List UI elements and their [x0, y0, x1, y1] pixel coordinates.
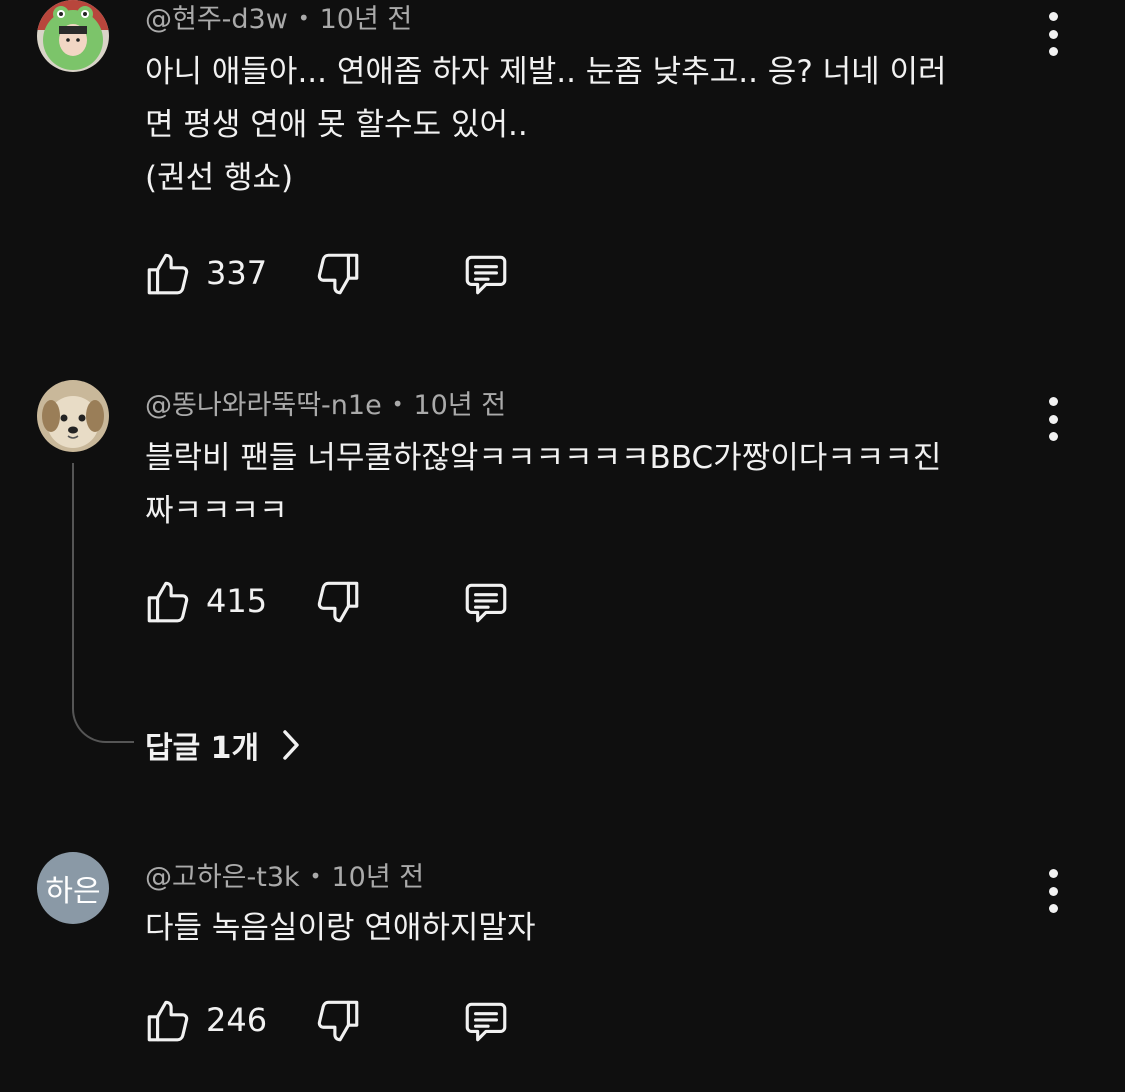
comment-text-line: 다들 녹음실이랑 연애하지말자: [145, 910, 536, 946]
avatar[interactable]: [37, 0, 109, 72]
avatar-initials: 하은: [45, 874, 101, 909]
comment-time: 10년 전: [331, 862, 425, 893]
dislike-button[interactable]: [313, 577, 363, 627]
more-vert-icon[interactable]: [1038, 869, 1068, 913]
comment-item: @현주-d3w • 10년 전 아니 애들아... 연애좀 하자 제발.. 눈좀 낮…: [0, 0, 1125, 330]
replies-label: 답글 1개: [145, 731, 260, 766]
more-vert-icon[interactable]: [1038, 397, 1068, 441]
like-count: 246: [206, 1001, 268, 1039]
more-vert-icon[interactable]: [1038, 12, 1068, 56]
reply-button[interactable]: [460, 996, 512, 1046]
frog-costume-avatar-icon: [37, 0, 109, 72]
thumbs-down-icon: [317, 253, 359, 295]
comment-text: 다들 녹음실이랑 연애하지말자: [145, 902, 1025, 955]
separator-dot: •: [391, 392, 404, 416]
comment-author[interactable]: @고하은-t3k: [145, 862, 300, 893]
like-button[interactable]: [143, 577, 193, 627]
separator-dot: •: [297, 6, 310, 30]
comment-reply-icon: [465, 1002, 507, 1042]
comment-meta: @똥나와라뚝딱-n1e • 10년 전: [145, 386, 506, 424]
comment-actions: 246: [143, 996, 543, 1046]
puppy-avatar-icon: [37, 380, 109, 452]
comment-actions: 415: [143, 577, 543, 627]
comment-time: 10년 전: [319, 4, 413, 35]
like-button[interactable]: [143, 249, 193, 299]
comment-text: 아니 애들아... 연애좀 하자 제발.. 눈좀 낮추고.. 응? 너네 이러 …: [145, 46, 1025, 205]
separator-dot: •: [309, 864, 322, 888]
comment-meta: @고하은-t3k • 10년 전: [145, 858, 424, 896]
thumbs-up-icon: [147, 581, 189, 623]
comment-author[interactable]: @현주-d3w: [145, 4, 288, 35]
comment-text-line: 짜ㅋㅋㅋㅋ: [145, 493, 288, 529]
comment-text-line: 아니 애들아... 연애좀 하자 제발.. 눈좀 낮추고.. 응? 너네 이러: [145, 54, 947, 90]
comment-reply-icon: [465, 255, 507, 295]
thumbs-up-icon: [147, 253, 189, 295]
comment-text-line: 블락비 팬들 너무쿨하잖앜ㅋㅋㅋㅋㅋㅋBBC가짱이다ㅋㅋㅋ진: [145, 440, 942, 476]
thread-line: [72, 463, 134, 743]
dislike-button[interactable]: [313, 996, 363, 1046]
like-button[interactable]: [143, 996, 193, 1046]
reply-button[interactable]: [460, 577, 512, 627]
comment-time: 10년 전: [413, 390, 507, 421]
thumbs-up-icon: [147, 1000, 189, 1042]
avatar[interactable]: [37, 380, 109, 452]
view-replies-button[interactable]: 답글 1개: [145, 722, 301, 768]
comment-author[interactable]: @똥나와라뚝딱-n1e: [145, 390, 382, 421]
dislike-button[interactable]: [313, 249, 363, 299]
thumbs-down-icon: [317, 581, 359, 623]
chevron-right-icon: [283, 730, 299, 760]
reply-button[interactable]: [460, 249, 512, 299]
comment-text-line: (권선 행쇼): [145, 160, 294, 196]
like-count: 337: [206, 254, 268, 292]
comment-actions: 337: [143, 249, 543, 299]
avatar[interactable]: 하은: [37, 852, 109, 924]
comment-reply-icon: [465, 583, 507, 623]
comment-item: 하은 @고하은-t3k • 10년 전 다들 녹음실이랑 연애하지말자 246: [0, 852, 1125, 1092]
comment-text: 블락비 팬들 너무쿨하잖앜ㅋㅋㅋㅋㅋㅋBBC가짱이다ㅋㅋㅋ진 짜ㅋㅋㅋㅋ: [145, 432, 1025, 538]
thumbs-down-icon: [317, 1000, 359, 1042]
like-count: 415: [206, 582, 268, 620]
comment-item: @똥나와라뚝딱-n1e • 10년 전 블락비 팬들 너무쿨하잖앜ㅋㅋㅋㅋㅋㅋBBC…: [0, 380, 1125, 780]
comment-meta: @현주-d3w • 10년 전: [145, 0, 412, 38]
comment-text-line: 면 평생 연애 못 할수도 있어..: [145, 107, 528, 143]
